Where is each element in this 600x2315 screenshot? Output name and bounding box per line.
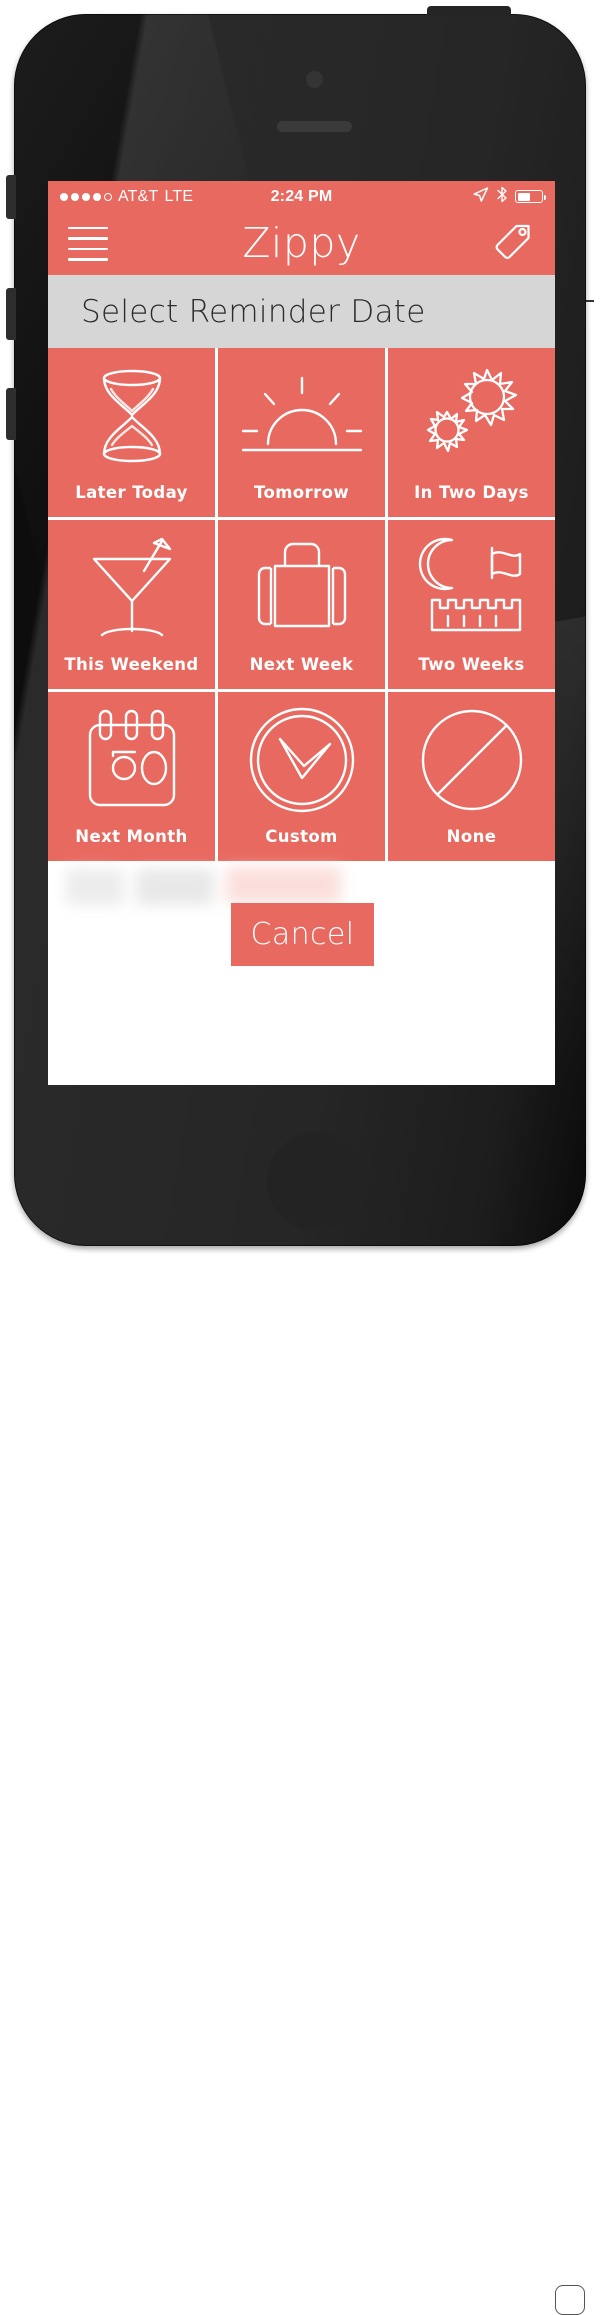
option-tile-next-month[interactable]: Next Month	[48, 692, 215, 861]
page-title: Select Reminder Date	[81, 293, 426, 330]
carrier-label: AT&T	[118, 187, 159, 205]
status-bar-right	[472, 186, 546, 208]
option-label: Next Month	[75, 827, 188, 846]
ghost-element-1	[66, 869, 124, 905]
option-tile-in-two-days[interactable]: In Two Days	[388, 348, 555, 517]
battery-icon	[515, 190, 546, 203]
reminder-option-grid: Later Today Tomorrow In Two Days This We…	[48, 348, 555, 861]
calendar-30-icon	[48, 692, 215, 827]
sim-tray	[586, 300, 594, 302]
clock-icon	[218, 692, 385, 827]
silent-switch[interactable]	[6, 175, 16, 219]
home-square-icon	[555, 2285, 585, 2315]
app-nav-bar: Zippy	[48, 212, 555, 275]
signal-strength-icon	[60, 192, 112, 201]
option-label: Tomorrow	[254, 483, 349, 502]
moon-castle-icon	[388, 520, 555, 655]
status-bar-left: AT&T LTE	[60, 188, 193, 206]
network-type-label: LTE	[164, 187, 194, 205]
no-entry-icon	[388, 692, 555, 827]
status-bar: AT&T LTE 2:24 PM	[48, 181, 555, 212]
option-label: This Weekend	[64, 655, 199, 674]
sunrise-icon	[218, 348, 385, 483]
option-label: Custom	[265, 827, 338, 846]
option-tile-none[interactable]: None	[388, 692, 555, 861]
volume-down-button[interactable]	[6, 388, 16, 440]
tag-icon[interactable]	[489, 218, 535, 269]
two-suns-icon	[388, 348, 555, 483]
app-title: Zippy	[242, 219, 361, 267]
hamburger-menu-icon[interactable]	[68, 226, 108, 261]
option-label: In Two Days	[414, 483, 529, 502]
option-label: Later Today	[75, 483, 188, 502]
option-tile-later-today[interactable]: Later Today	[48, 348, 215, 517]
phone-screen: AT&T LTE 2:24 PM Zippy Select Reminder D…	[48, 181, 555, 1085]
option-tile-two-weeks[interactable]: Two Weeks	[388, 520, 555, 689]
location-arrow-icon	[472, 186, 489, 208]
cancel-button[interactable]: Cancel	[231, 903, 374, 966]
option-tile-next-week[interactable]: Next Week	[218, 520, 385, 689]
option-label: Next Week	[249, 655, 354, 674]
battery-fill	[517, 192, 531, 201]
option-label: Two Weeks	[418, 655, 525, 674]
sheet-title-bar: Select Reminder Date	[48, 275, 555, 348]
suitcase-icon	[218, 520, 385, 655]
option-label: None	[446, 827, 497, 846]
ghost-element-3	[226, 867, 341, 903]
home-button[interactable]	[267, 1132, 585, 2315]
option-tile-this-weekend[interactable]: This Weekend	[48, 520, 215, 689]
hourglass-icon	[48, 348, 215, 483]
bluetooth-icon	[496, 186, 508, 208]
earpiece-speaker	[277, 121, 352, 132]
option-tile-custom[interactable]: Custom	[218, 692, 385, 861]
option-tile-tomorrow[interactable]: Tomorrow	[218, 348, 385, 517]
power-button[interactable]	[427, 6, 511, 16]
cocktail-icon	[48, 520, 215, 655]
volume-up-button[interactable]	[6, 288, 16, 340]
front-camera-lens	[306, 71, 323, 88]
ghost-element-2	[136, 869, 214, 905]
